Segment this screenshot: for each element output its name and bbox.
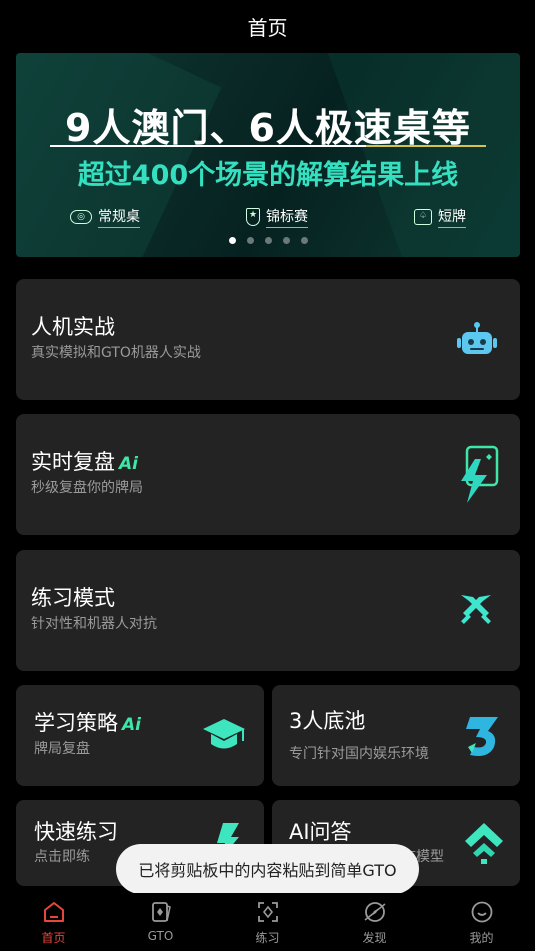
crossed-swords-icon	[456, 590, 496, 630]
number-3-icon	[460, 712, 504, 760]
card-title: 学习策略 Ai	[34, 707, 141, 737]
bottom-tab-bar: 首页 GTO 练习 发现 我的	[0, 893, 535, 951]
banner-tags: ◎ 常规桌 ★ 锦标赛 ♤ 短牌	[70, 206, 466, 228]
ai-badge: Ai	[119, 454, 138, 474]
card-subtitle: 秒级复盘你的牌局	[31, 480, 143, 496]
tab-label: GTO	[147, 929, 174, 943]
banner-divider	[50, 145, 486, 147]
card-subtitle: 专门针对国内娱乐环境	[289, 746, 429, 762]
banner-subline: 超过400个场景的解算结果上线	[77, 160, 459, 191]
card-practice-mode[interactable]: 练习模式 针对性和机器人对抗	[16, 550, 520, 671]
tab-label: 发现	[362, 931, 387, 945]
practice-scan-icon	[255, 899, 281, 925]
banner-dot[interactable]	[228, 237, 236, 244]
profile-smile-icon	[469, 899, 495, 925]
ai-badge: Ai	[122, 715, 141, 735]
tab-profile[interactable]: 我的	[428, 893, 535, 951]
banner-headline: 9人澳门、6人极速桌等	[65, 106, 471, 150]
discover-compass-icon	[362, 899, 388, 925]
medal-icon: ★	[246, 208, 260, 226]
tab-label: 我的	[469, 931, 494, 945]
card-title: 实时复盘 Ai	[31, 446, 138, 476]
graduation-cap-icon	[200, 714, 248, 754]
banner-tag-label: 常规桌	[98, 206, 140, 228]
card-title: 快速练习	[34, 820, 118, 844]
banner-tag-tournament: ★ 锦标赛	[246, 206, 308, 228]
banner-tag-regular: ◎ 常规桌	[70, 206, 140, 228]
tab-home[interactable]: 首页	[0, 893, 107, 951]
page-title: 首页	[247, 15, 288, 40]
card-subtitle: 真实模拟和GTO机器人实战	[31, 345, 201, 361]
home-icon	[41, 899, 67, 925]
card-title-text: 学习策略	[34, 711, 118, 735]
card-title: 3人底池	[289, 709, 366, 733]
card-three-player-pot[interactable]: 3人底池 专门针对国内娱乐环境	[272, 685, 520, 786]
card-ai-battle[interactable]: 人机实战 真实模拟和GTO机器人实战	[16, 279, 520, 400]
tab-discover[interactable]: 发现	[321, 893, 428, 951]
lightning-card-icon	[454, 444, 502, 506]
table-icon: ◎	[70, 210, 92, 224]
banner-tag-label: 短牌	[438, 206, 466, 228]
cards-icon: ♤	[414, 209, 432, 225]
card-subtitle: 点击即练	[34, 849, 90, 865]
card-subtitle: 针对性和机器人对抗	[31, 616, 157, 632]
gto-cards-icon	[148, 899, 174, 925]
banner-dot[interactable]	[300, 237, 308, 244]
tab-gto[interactable]: GTO	[107, 893, 214, 951]
banner-tag-short-deck: ♤ 短牌	[414, 206, 466, 228]
banner-dot[interactable]	[246, 237, 254, 244]
top-bar: 首页	[0, 0, 535, 52]
tab-label: 首页	[41, 931, 66, 945]
clipboard-toast: 已将剪贴板中的内容粘贴到简单GTO	[116, 844, 419, 894]
chevron-up-icon	[462, 820, 506, 866]
card-study-strategy[interactable]: 学习策略 Ai 牌局复盘	[16, 685, 264, 786]
card-title: 人机实战	[31, 315, 115, 339]
banner-dot[interactable]	[264, 237, 272, 244]
card-live-review[interactable]: 实时复盘 Ai 秒级复盘你的牌局	[16, 414, 520, 535]
tab-label: 练习	[255, 931, 280, 945]
card-title-text: 实时复盘	[31, 450, 115, 474]
banner-dot[interactable]	[282, 237, 290, 244]
banner-pagination[interactable]	[16, 237, 520, 244]
banner-tag-label: 锦标赛	[266, 206, 308, 228]
card-title: 练习模式	[31, 586, 115, 610]
tab-practice[interactable]: 练习	[214, 893, 321, 951]
card-title: AI问答	[289, 820, 352, 844]
promo-banner[interactable]: 9人澳门、6人极速桌等 超过400个场景的解算结果上线 ◎ 常规桌 ★ 锦标赛 …	[16, 53, 520, 257]
robot-icon	[454, 320, 500, 360]
card-subtitle: 牌局复盘	[34, 741, 90, 757]
